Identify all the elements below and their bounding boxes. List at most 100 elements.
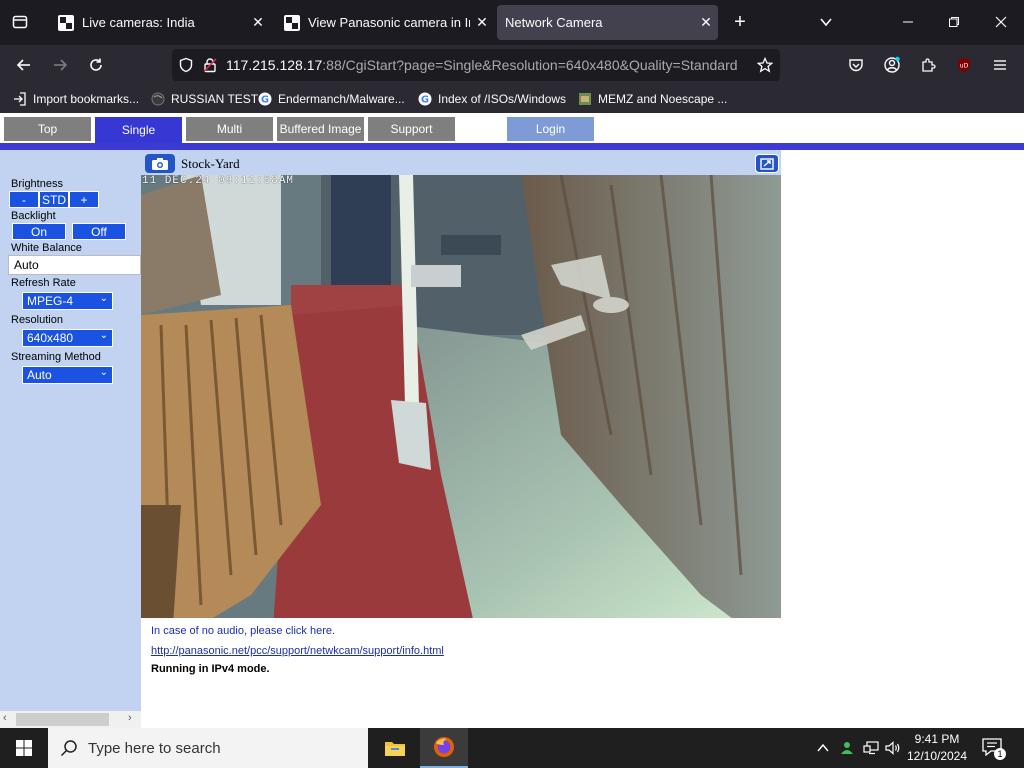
camera-feed[interactable]: 11 DEC.24 09:11:58AM — [141, 175, 781, 655]
shield-icon[interactable] — [178, 57, 194, 73]
maximize-icon[interactable] — [942, 10, 966, 34]
tab-support[interactable]: Support — [368, 117, 455, 141]
bookmarks-bar: Import bookmarks... RUSSIAN TEST G Ender… — [0, 85, 1024, 113]
bookmark-label: Import bookmarks... — [33, 92, 140, 106]
tab-favicon — [284, 14, 300, 31]
notification-count: 1 — [994, 748, 1006, 760]
bookmark-import[interactable]: Import bookmarks... — [12, 90, 139, 108]
new-tab-icon[interactable]: + — [728, 10, 752, 34]
account-icon[interactable] — [880, 53, 904, 77]
backlight-off-button[interactable]: Off — [72, 223, 126, 240]
bookmark-russian-test[interactable]: RUSSIAN TEST — [150, 90, 258, 108]
image-icon — [577, 91, 593, 107]
nav-bar: 117.215.128.17 :88/CgiStart?page=Single&… — [0, 45, 1024, 85]
support-link[interactable]: http://panasonic.net/pcc/support/netwkca… — [151, 645, 444, 657]
bookmark-index-isos[interactable]: G Index of /ISOs/Windows — [417, 90, 566, 108]
white-balance-label: White Balance — [11, 242, 82, 254]
search-placeholder: Type here to search — [88, 739, 221, 757]
refresh-rate-select[interactable]: MPEG-4 ⌄ — [22, 292, 113, 310]
minimize-icon[interactable] — [896, 10, 920, 34]
chevron-down-icon: ⌄ — [99, 367, 108, 378]
svg-text:G: G — [261, 95, 269, 106]
camera-title: Stock-Yard — [181, 156, 240, 171]
close-icon[interactable]: ✕ — [246, 14, 270, 31]
horizontal-scrollbar[interactable]: ‹ › — [0, 711, 141, 728]
forward-icon[interactable] — [48, 53, 72, 77]
search-icon — [60, 739, 78, 757]
reload-icon[interactable] — [84, 53, 108, 77]
tab-view-panasonic[interactable]: View Panasonic camera in India ✕ — [272, 5, 494, 40]
refresh-rate-label: Refresh Rate — [11, 277, 76, 289]
chevron-down-icon: ⌄ — [99, 293, 108, 304]
network-icon[interactable] — [862, 740, 880, 756]
streaming-method-value: Auto — [27, 368, 52, 382]
back-icon[interactable] — [12, 53, 36, 77]
close-icon[interactable]: ✕ — [694, 14, 718, 31]
menu-icon[interactable] — [988, 53, 1012, 77]
expand-icon[interactable] — [755, 154, 779, 173]
chevron-up-icon[interactable] — [814, 740, 832, 756]
chevron-down-icon[interactable] — [814, 10, 838, 34]
tab-top[interactable]: Top — [4, 117, 91, 141]
refresh-rate-value: MPEG-4 — [27, 294, 74, 308]
bookmark-label: MEMZ and Noescape ... — [598, 92, 728, 106]
bookmark-label: Index of /ISOs/Windows — [438, 92, 567, 106]
scrollbar-thumb[interactable] — [16, 713, 109, 726]
ublock-icon[interactable]: uD — [952, 53, 976, 77]
bookmark-star-icon[interactable] — [753, 53, 777, 77]
brightness-label: Brightness — [11, 178, 63, 190]
brightness-std-button[interactable]: STD — [39, 191, 69, 208]
tab-single[interactable]: Single — [95, 117, 182, 143]
tab-label: Network Camera — [505, 15, 603, 30]
bookmark-label: RUSSIAN TEST — [171, 92, 259, 106]
brightness-plus-button[interactable]: + — [69, 191, 99, 208]
audio-note-link[interactable]: In case of no audio, please click here. — [151, 625, 335, 637]
camera-header: Stock-Yard — [141, 150, 781, 175]
login-button[interactable]: Login — [507, 117, 594, 141]
clock[interactable]: 9:41 PM 12/10/2024 — [906, 731, 968, 765]
tab-network-camera[interactable]: Network Camera ✕ — [497, 5, 718, 40]
tab-live-cameras[interactable]: Live cameras: India ✕ — [46, 5, 270, 40]
address-bar[interactable]: 117.215.128.17 :88/CgiStart?page=Single&… — [172, 49, 780, 81]
windows-start-icon[interactable] — [0, 728, 48, 768]
brightness-minus-button[interactable]: - — [9, 191, 39, 208]
white-balance-select[interactable]: Auto — [8, 255, 141, 275]
close-window-icon[interactable] — [989, 10, 1013, 34]
close-icon[interactable]: ✕ — [470, 14, 494, 31]
firefox-view-icon[interactable] — [8, 10, 32, 34]
chevron-left-icon[interactable]: ‹ — [3, 712, 7, 724]
volume-icon[interactable] — [884, 740, 902, 756]
chevron-right-icon[interactable]: › — [128, 712, 132, 724]
bookmark-endermanch[interactable]: G Endermanch/Malware... — [257, 90, 405, 108]
insecure-lock-icon[interactable] — [202, 57, 218, 73]
import-icon — [12, 91, 28, 107]
pocket-icon[interactable] — [844, 53, 868, 77]
clock-date: 12/10/2024 — [906, 749, 968, 763]
control-panel: Brightness - STD + Backlight On Off Whit… — [0, 150, 141, 728]
taskbar-search[interactable]: Type here to search — [48, 728, 368, 768]
tab-label: Live cameras: India — [82, 15, 195, 30]
firefox-taskbar-icon[interactable] — [420, 728, 468, 768]
resolution-value: 640x480 — [27, 331, 74, 345]
camera-nav: Top Single Multi Buffered Image Support … — [0, 113, 1024, 143]
google-icon: G — [417, 91, 433, 107]
tab-multi[interactable]: Multi — [186, 117, 273, 141]
tab-buffered-image[interactable]: Buffered Image — [277, 117, 364, 141]
resolution-select[interactable]: 640x480 ⌄ — [22, 329, 113, 347]
url-path: :88/CgiStart?page=Single&Resolution=640x… — [322, 57, 738, 73]
streaming-method-select[interactable]: Auto ⌄ — [22, 366, 113, 384]
bookmark-label: Endermanch/Malware... — [278, 92, 405, 106]
bookmark-memz[interactable]: MEMZ and Noescape ... — [577, 90, 727, 108]
notification-icon[interactable]: 1 — [982, 738, 1006, 760]
people-icon[interactable] — [838, 740, 856, 756]
backlight-label: Backlight — [11, 210, 56, 222]
info-area: In case of no audio, please click here. … — [141, 618, 781, 728]
file-explorer-icon[interactable] — [380, 728, 410, 768]
web-page: Top Single Multi Buffered Image Support … — [0, 113, 1024, 728]
extensions-icon[interactable] — [916, 53, 940, 77]
tab-bar: Live cameras: India ✕ View Panasonic cam… — [0, 0, 1024, 45]
camera-icon[interactable] — [145, 154, 175, 173]
globe-icon — [150, 91, 166, 107]
backlight-on-button[interactable]: On — [12, 223, 66, 240]
taskbar: Type here to search 9:41 PM 12/10/2024 1 — [0, 728, 1024, 768]
